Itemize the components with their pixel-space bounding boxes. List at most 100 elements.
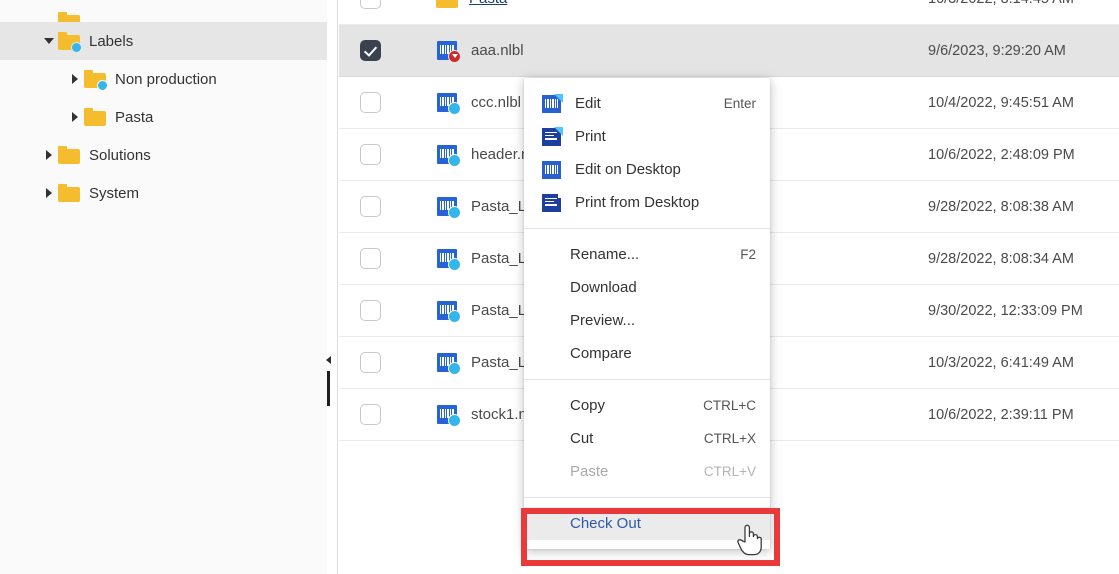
file-name-label: ccc.nlbl bbox=[471, 94, 521, 111]
barcode-label-file-icon bbox=[436, 196, 460, 218]
row-checkbox[interactable] bbox=[360, 92, 381, 113]
row-checkbox-cell[interactable] bbox=[339, 404, 401, 425]
tree-item-pasta[interactable]: Pasta bbox=[0, 98, 327, 136]
file-name-cell[interactable]: aaa.nlbl bbox=[401, 40, 916, 62]
row-checkbox-cell[interactable] bbox=[339, 352, 401, 373]
row-checkbox-cell[interactable] bbox=[339, 248, 401, 269]
tree-item-system[interactable]: System bbox=[0, 174, 327, 212]
barcode-label-file-icon bbox=[436, 352, 460, 374]
menu-item-cut[interactable]: CutCTRL+X bbox=[524, 422, 770, 455]
modified-date-cell: 9/28/2022, 8:08:34 AM bbox=[916, 251, 1119, 267]
tree-item-label: Labels bbox=[89, 33, 133, 50]
menu-item-label: Check Out bbox=[570, 515, 756, 532]
checked-out-badge-icon bbox=[448, 50, 461, 63]
file-manager-window: Labels Non production Pasta Solutions System… bbox=[0, 0, 1119, 574]
tree-item-non-production[interactable]: Non production bbox=[0, 60, 327, 98]
row-checkbox[interactable] bbox=[360, 300, 381, 321]
folder-tree-sidebar[interactable]: Labels Non production Pasta Solutions System bbox=[0, 0, 327, 574]
tree-item-labels[interactable]: Labels bbox=[0, 22, 327, 60]
chevron-down-icon[interactable] bbox=[40, 22, 58, 60]
row-checkbox[interactable] bbox=[360, 40, 381, 61]
row-checkbox-cell[interactable] bbox=[339, 92, 401, 113]
menu-item-label: Edit on Desktop bbox=[575, 161, 756, 178]
chevron-right-icon[interactable] bbox=[40, 174, 58, 212]
menu-item-download[interactable]: Download bbox=[524, 271, 770, 304]
file-name-cell[interactable]: Pasta bbox=[401, 0, 916, 8]
menu-separator bbox=[524, 379, 770, 380]
folder-icon bbox=[58, 12, 80, 22]
menu-separator bbox=[524, 228, 770, 229]
twisty-placeholder bbox=[40, 0, 58, 22]
menu-item-label: Copy bbox=[570, 397, 689, 414]
chevron-right-icon[interactable] bbox=[66, 60, 84, 98]
menu-item-label: Preview... bbox=[570, 312, 756, 329]
row-checkbox-cell[interactable] bbox=[339, 144, 401, 165]
splitter-drag-handle[interactable] bbox=[327, 371, 330, 406]
barcode-label-file-icon bbox=[436, 300, 460, 322]
chevron-right-icon[interactable] bbox=[66, 98, 84, 136]
row-checkbox[interactable] bbox=[360, 248, 381, 269]
sync-badge-icon bbox=[448, 414, 461, 427]
tree-item-label: Solutions bbox=[89, 147, 151, 164]
sync-badge-icon bbox=[71, 42, 82, 53]
chevron-right-icon[interactable] bbox=[40, 136, 58, 174]
menu-item-preview[interactable]: Preview... bbox=[524, 304, 770, 337]
folder-icon bbox=[58, 184, 80, 202]
context-menu-items: EditEnter Print Edit on Desktop Print from … bbox=[524, 87, 770, 540]
row-checkbox[interactable] bbox=[360, 404, 381, 425]
menu-item-edit[interactable]: EditEnter bbox=[524, 87, 770, 120]
menu-item-label: Print bbox=[575, 128, 756, 145]
barcode-label-file-icon bbox=[436, 248, 460, 270]
table-row[interactable]: Pasta 10/3/2022, 8:14:45 AM bbox=[339, 0, 1119, 25]
folder-icon bbox=[84, 70, 106, 88]
row-checkbox[interactable] bbox=[360, 144, 381, 165]
tree-item-label: Non production bbox=[115, 71, 217, 88]
sidebar-splitter[interactable] bbox=[327, 0, 338, 574]
menu-item-rename[interactable]: Rename...F2 bbox=[524, 238, 770, 271]
menu-item-check-out[interactable]: Check Out bbox=[524, 507, 770, 540]
file-context-menu[interactable]: EditEnter Print Edit on Desktop Print from … bbox=[524, 78, 770, 549]
file-name-label: aaa.nlbl bbox=[471, 42, 524, 59]
modified-date-cell: 9/30/2022, 12:33:09 PM bbox=[916, 303, 1119, 319]
menu-item-compare[interactable]: Compare bbox=[524, 337, 770, 370]
table-row[interactable]: aaa.nlbl9/6/2023, 9:29:20 AM bbox=[339, 25, 1119, 77]
document-print-icon bbox=[541, 127, 563, 147]
sync-badge-icon bbox=[448, 154, 461, 167]
barcode-label-file-icon bbox=[436, 144, 460, 166]
row-checkbox-cell[interactable] bbox=[339, 196, 401, 217]
folder-tree: Labels Non production Pasta Solutions System bbox=[0, 0, 327, 212]
folder-link[interactable]: Pasta bbox=[469, 0, 507, 7]
menu-item-shortcut: CTRL+V bbox=[704, 464, 756, 479]
modified-date-cell: 9/28/2022, 8:08:38 AM bbox=[916, 199, 1119, 215]
row-checkbox[interactable] bbox=[360, 352, 381, 373]
menu-item-print-from-desktop[interactable]: Print from Desktop bbox=[524, 186, 770, 219]
barcode-label-edit-icon bbox=[541, 94, 563, 114]
modified-date-cell: 10/4/2022, 9:45:51 AM bbox=[916, 95, 1119, 111]
folder-icon bbox=[58, 32, 80, 50]
menu-item-label: Rename... bbox=[570, 246, 726, 263]
menu-item-label: Cut bbox=[570, 430, 690, 447]
sync-badge-icon bbox=[97, 80, 108, 91]
tree-item-label: Pasta bbox=[115, 109, 153, 126]
modified-date-cell: 10/6/2022, 2:39:11 PM bbox=[916, 407, 1119, 423]
modified-date-cell: 10/3/2022, 6:41:49 AM bbox=[916, 355, 1119, 371]
menu-item-copy[interactable]: CopyCTRL+C bbox=[524, 389, 770, 422]
document-desktop-icon bbox=[541, 193, 563, 213]
sync-badge-icon bbox=[448, 206, 461, 219]
row-checkbox-cell[interactable] bbox=[339, 0, 401, 9]
row-checkbox[interactable] bbox=[360, 0, 381, 9]
modified-date-cell: 10/3/2022, 8:14:45 AM bbox=[916, 0, 1119, 7]
collapse-sidebar-arrow-icon[interactable] bbox=[324, 355, 333, 364]
row-checkbox-cell[interactable] bbox=[339, 40, 401, 61]
row-checkbox[interactable] bbox=[360, 196, 381, 217]
tree-item-partial[interactable] bbox=[0, 0, 327, 22]
menu-item-label: Download bbox=[570, 279, 756, 296]
menu-item-edit-on-desktop[interactable]: Edit on Desktop bbox=[524, 153, 770, 186]
menu-item-print[interactable]: Print bbox=[524, 120, 770, 153]
tree-item-label: System bbox=[89, 185, 139, 202]
menu-separator bbox=[524, 497, 770, 498]
menu-item-label: Paste bbox=[570, 463, 690, 480]
tree-item-solutions[interactable]: Solutions bbox=[0, 136, 327, 174]
row-checkbox-cell[interactable] bbox=[339, 300, 401, 321]
sync-badge-icon bbox=[448, 102, 461, 115]
